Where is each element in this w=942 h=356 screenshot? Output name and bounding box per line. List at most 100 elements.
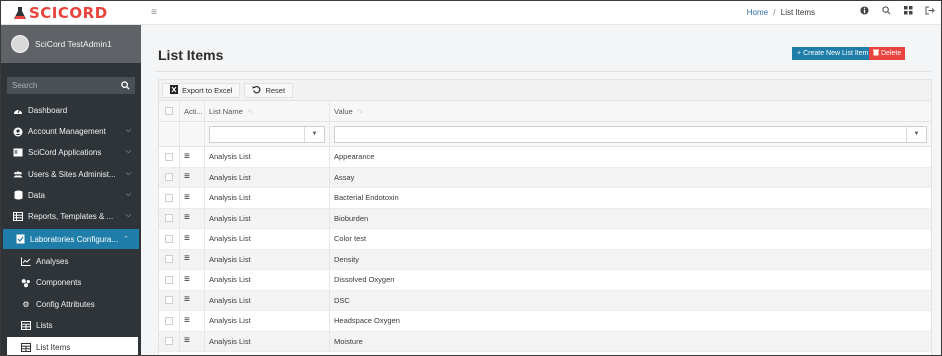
sidebar-item-label: Data [28, 190, 45, 200]
table-icon [21, 320, 31, 330]
cell-value: Headspace Oxygen [329, 311, 931, 331]
table-row[interactable]: ≡ Analysis List DSC [159, 290, 931, 311]
cell-list-name: Analysis List [204, 249, 329, 269]
row-checkbox[interactable] [165, 296, 173, 305]
reset-label: Reset [265, 85, 286, 95]
row-menu-icon[interactable]: ≡ [184, 233, 190, 244]
table-row[interactable]: ≡ Analysis List Appearance [159, 147, 931, 168]
search-icon[interactable] [121, 81, 130, 90]
row-checkbox[interactable] [165, 337, 173, 346]
row-checkbox[interactable] [165, 275, 173, 284]
delete-button[interactable]: Delete [869, 47, 906, 60]
filter-icon[interactable]: ▼ [906, 126, 926, 142]
create-new-list-item-button[interactable]: + Create New List Item [792, 47, 874, 60]
sidebar-item-dashboard[interactable]: Dashboard [1, 100, 141, 121]
row-checkbox[interactable] [165, 193, 173, 202]
menu-toggle-icon[interactable]: ≡ [151, 7, 157, 18]
cell-value: Assay [329, 167, 931, 187]
row-menu-icon[interactable]: ≡ [184, 315, 190, 326]
header-value[interactable]: Value ↑₂ [329, 101, 931, 121]
sidebar-item-reports-templates[interactable]: Reports, Templates & ... ⌵ [1, 206, 141, 227]
table-row[interactable]: ≡ Analysis List Color test [159, 229, 931, 250]
create-button-label: Create New List Item [803, 50, 869, 57]
row-menu-icon[interactable]: ≡ [184, 336, 190, 346]
reset-icon [252, 85, 261, 96]
header-actions[interactable]: Acti... [179, 101, 204, 121]
brand-logo[interactable]: SCICORD [1, 1, 141, 25]
sidebar-item-data[interactable]: Data ⌵ [1, 185, 141, 206]
export-label: Export to Excel [182, 85, 233, 95]
gear-icon: ⚙ [22, 299, 30, 309]
sidebar-item-label: Reports, Templates & ... [28, 212, 114, 222]
search-input[interactable] [12, 81, 112, 90]
sidebar-item-users-sites[interactable]: Users & Sites Administ... ⌵ [1, 164, 141, 185]
row-checkbox[interactable] [165, 255, 173, 264]
table-row[interactable]: ≡ Analysis List Density [159, 249, 931, 270]
sidebar-item-lists[interactable]: Lists [1, 315, 141, 336]
table-row[interactable]: ≡ Analysis List Headspace Oxygen [159, 311, 931, 332]
row-menu-icon[interactable]: ≡ [184, 172, 190, 182]
row-menu-icon[interactable]: ≡ [184, 151, 190, 162]
sidebar-item-label: List Items [36, 342, 71, 352]
sidebar-item-list-items[interactable]: List Items [7, 336, 138, 355]
sidebar-item-config-attributes[interactable]: ⚙ Config Attributes [1, 294, 141, 315]
user-name: SciCord TestAdmin1 [35, 39, 112, 49]
cell-list-name: Analysis List [204, 270, 329, 290]
cell-list-name: Analysis List [204, 229, 329, 249]
row-checkbox[interactable] [165, 234, 173, 243]
apps-grid-icon[interactable] [903, 6, 913, 17]
excel-icon [170, 84, 178, 96]
reports-icon [13, 212, 23, 222]
chevron-down-icon: ⌵ [125, 148, 131, 156]
sidebar-item-analyses[interactable]: Analyses [1, 251, 141, 272]
avatar [11, 35, 29, 53]
table-row[interactable]: ≡ Analysis List Bioburden [159, 208, 931, 229]
database-icon [13, 190, 23, 200]
sidebar: SCICORD SciCord TestAdmin1 Dashboard [1, 1, 141, 355]
header-list-name[interactable]: List Name ↑₁ [204, 101, 329, 121]
info-icon[interactable] [859, 6, 869, 17]
logout-icon[interactable] [925, 6, 935, 17]
sidebar-nav: Dashboard Account Management ⌵ SciCord A… [1, 100, 141, 355]
list-name-filter-input[interactable]: ▼ [209, 125, 325, 143]
search-icon[interactable] [881, 6, 891, 17]
chevron-down-icon: ⌵ [125, 169, 131, 177]
sidebar-item-account-management[interactable]: Account Management ⌵ [1, 121, 141, 142]
list-items-grid: Export to Excel Reset Acti... List Name … [158, 79, 932, 355]
sidebar-item-scicord-applications[interactable]: SciCord Applications ⌵ [1, 142, 141, 163]
row-checkbox[interactable] [165, 173, 173, 182]
row-checkbox[interactable] [165, 316, 173, 325]
sidebar-item-laboratories-configuration[interactable]: Laboratories Configura... ⌃ [3, 229, 139, 250]
plus-icon: + [797, 50, 802, 57]
sidebar-item-label: Account Management [28, 127, 106, 137]
cell-value: Appearance [329, 147, 931, 167]
breadcrumb-home[interactable]: Home [747, 8, 768, 17]
select-all-checkbox[interactable] [165, 107, 173, 115]
cell-value: Density [329, 249, 931, 269]
table-row[interactable]: ≡ Analysis List Bacterial Endotoxin [159, 188, 931, 209]
header-value-label: Value [334, 106, 353, 116]
row-menu-icon[interactable]: ≡ [184, 213, 190, 223]
reset-button[interactable]: Reset [244, 82, 294, 98]
table-row[interactable]: ≡ Analysis List Moisture [159, 331, 931, 352]
sidebar-item-components[interactable]: Components [1, 272, 141, 293]
row-checkbox[interactable] [165, 152, 173, 161]
table-icon [21, 342, 31, 352]
user-panel[interactable]: SciCord TestAdmin1 [1, 25, 141, 63]
filter-icon[interactable]: ▼ [304, 126, 324, 142]
row-menu-icon[interactable]: ≡ [184, 254, 190, 264]
table-row[interactable]: ≡ Analysis List Assay [159, 167, 931, 188]
export-to-excel-button[interactable]: Export to Excel [162, 82, 241, 98]
cell-list-name: Analysis List [204, 290, 329, 310]
value-filter-input[interactable]: ▼ [334, 125, 927, 143]
row-menu-icon[interactable]: ≡ [184, 295, 190, 305]
filter-spacer [159, 122, 179, 146]
row-menu-icon[interactable]: ≡ [184, 192, 190, 203]
row-checkbox[interactable] [165, 214, 173, 223]
chevron-down-icon: ⌵ [125, 211, 131, 219]
row-menu-icon[interactable]: ≡ [184, 274, 190, 285]
title-divider [155, 71, 931, 72]
components-icon [21, 278, 31, 288]
table-row[interactable]: ≡ Analysis List Dissolved Oxygen [159, 270, 931, 291]
sidebar-item-label: Laboratories Configura... [30, 234, 119, 244]
